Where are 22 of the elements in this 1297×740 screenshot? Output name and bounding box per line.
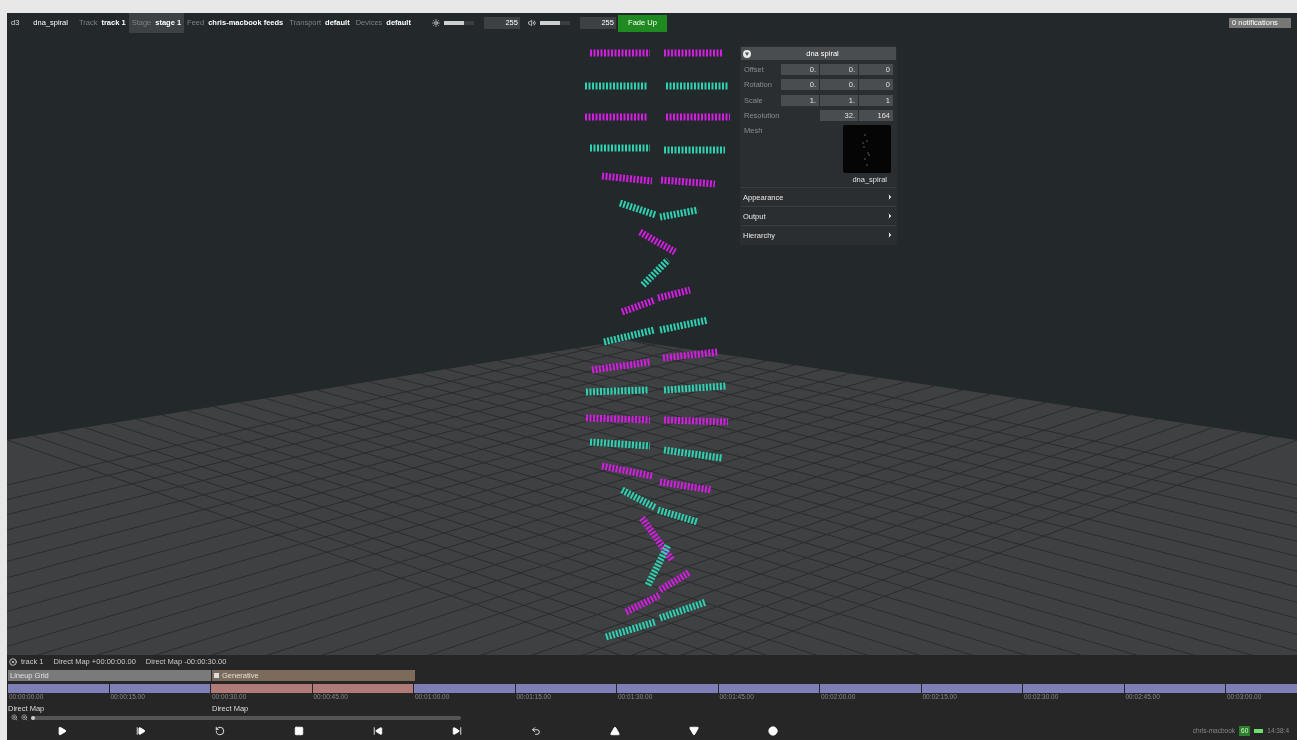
undo-icon[interactable] — [531, 725, 541, 736]
zoom-thumb[interactable] — [31, 715, 36, 720]
zoom-in-icon[interactable] — [21, 714, 28, 722]
skip-back-icon[interactable] — [373, 725, 383, 736]
square-icon — [214, 673, 219, 678]
play-icon[interactable] — [57, 725, 67, 736]
volume-icon — [527, 19, 536, 27]
skip-forward-icon[interactable] — [452, 725, 462, 736]
stop-icon[interactable] — [294, 725, 304, 736]
zoom-scrollbar[interactable] — [31, 715, 461, 720]
down-triangle-icon[interactable] — [689, 725, 699, 736]
mesh-thumbnail[interactable] — [843, 125, 891, 173]
brightness-icon — [431, 19, 440, 27]
status-bar-icon — [1254, 728, 1264, 733]
zoom-in-icon[interactable] — [11, 714, 18, 722]
record-icon[interactable] — [768, 725, 778, 736]
slider-track[interactable] — [539, 21, 570, 25]
up-triangle-icon[interactable] — [610, 725, 620, 736]
loop-icon[interactable] — [215, 725, 225, 736]
close-track-icon[interactable] — [9, 657, 17, 666]
slider-track[interactable] — [443, 21, 474, 25]
step-forward-icon[interactable] — [136, 725, 146, 736]
